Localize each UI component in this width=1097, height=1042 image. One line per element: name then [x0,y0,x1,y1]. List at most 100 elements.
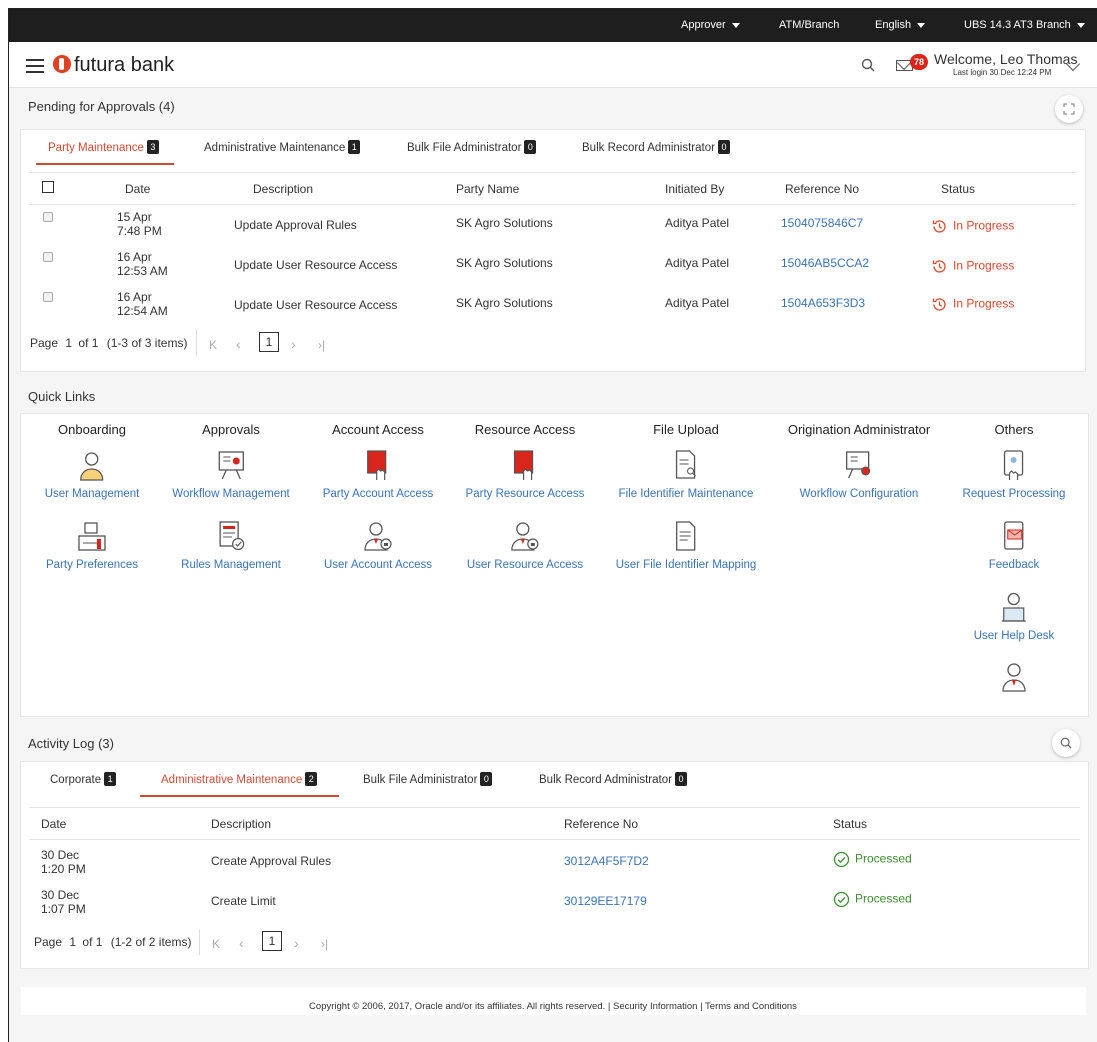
row-checkbox[interactable] [43,212,53,222]
column-header-date[interactable]: Date [125,182,150,196]
last-page-icon[interactable]: ›| [321,937,328,951]
hand-touch-icon [514,450,534,480]
column-header-description[interactable]: Description [211,817,271,831]
column-header-date[interactable]: Date [41,817,66,831]
app-window: Approver ATM/Branch English UBS 14.3 AT3… [8,8,1097,1042]
quick-link-user-account-access[interactable]: User Account Access [324,519,432,571]
tab-corporate[interactable]: Corporate 1 [50,772,117,795]
quick-link-workflow-management[interactable]: Workflow Management [172,448,290,500]
row-description: Create Approval Rules [211,854,332,868]
row-reference-link[interactable]: 3012A4F5F7D2 [564,854,649,868]
last-page-icon[interactable]: ›| [318,338,325,352]
user-icon [1002,663,1026,692]
current-page-box[interactable]: 1 [262,931,282,951]
quick-link-user-icon[interactable] [997,660,1031,694]
row-date: 16 Apr 12:53 AM [117,250,168,278]
expand-icon[interactable] [1055,95,1083,123]
column-header-reference-no[interactable]: Reference No [785,182,859,196]
user-lock-icon [511,522,539,551]
search-icon[interactable] [1052,729,1080,757]
row-checkbox[interactable] [43,292,53,302]
quick-link-file-identifier-maintenance[interactable]: File Identifier Maintenance [619,448,753,500]
row-date: 16 Apr 12:54 AM [117,290,168,318]
next-page-icon[interactable]: › [291,336,296,352]
column-header-initiated-by[interactable]: Initiated By [665,182,724,196]
caret-down-icon [731,22,740,28]
quick-link-user-management[interactable]: User Management [45,448,139,500]
row-reference-link[interactable]: 30129EE17179 [564,894,647,908]
quick-link-feedback[interactable]: Feedback [989,519,1039,571]
quick-link-user-resource-access[interactable]: User Resource Access [467,519,583,571]
column-header-description[interactable]: Description [253,182,313,196]
brand-logo[interactable]: futura bank [53,54,174,77]
check-circle-icon [833,851,850,868]
category-approvals: Approvals [202,422,260,437]
tab-bulk-file-administrator[interactable]: Bulk File Administrator 0 [363,772,493,795]
quick-link-party-preferences[interactable]: Party Preferences [46,519,138,571]
quick-link-request-processing[interactable]: Request Processing [963,448,1065,500]
menu-icon[interactable] [26,59,44,73]
column-header-status[interactable]: Status [833,817,867,831]
role-dropdown[interactable]: Approver [681,19,740,31]
pager-page-label: Page [30,336,59,350]
tab-count-badge: 0 [717,140,730,154]
next-page-icon[interactable]: › [294,935,299,951]
footer-text[interactable]: Copyright © 2006, 2017, Oracle and/or it… [9,1001,1097,1012]
quick-link-party-account-access[interactable]: Party Account Access [323,448,433,500]
branch-label: UBS 14.3 AT3 Branch [964,19,1071,31]
language-dropdown[interactable]: English [875,19,926,31]
language-label: English [875,19,912,31]
quick-link-user-help-desk[interactable]: User Help Desk [974,590,1054,642]
divider [196,330,197,356]
prev-page-icon[interactable]: ‹ [239,935,244,951]
tab-administrative-maintenance[interactable]: Administrative Maintenance 2 [140,772,340,797]
row-reference-link[interactable]: 15046AB5CCA2 [781,256,869,270]
row-status: Processed [833,891,912,908]
quick-link-user-file-identifier-mapping[interactable]: User File Identifier Mapping [616,519,756,571]
divider [199,929,200,955]
quick-link-party-resource-access[interactable]: Party Resource Access [466,448,584,500]
tab-bulk-record-administrator[interactable]: Bulk Record Administrator 0 [539,772,687,795]
row-status: In Progress [931,296,1014,313]
pager-page-number[interactable]: 1 [65,336,72,350]
prev-page-icon[interactable]: ‹ [236,336,241,352]
activity-tabs: Corporate 1 Administrative Maintenance 2 B… [21,762,1088,797]
row-initiated-by: Aditya Patel [665,296,730,310]
row-checkbox[interactable] [43,252,53,262]
row-description: Update Approval Rules [234,218,357,232]
check-circle-icon [833,891,850,908]
row-party-name: SK Agro Solutions [456,296,553,310]
pager-page-number[interactable]: 1 [69,935,76,949]
last-login-text: Last login 30 Dec 12:24 PM [953,68,1052,77]
column-header-party-name[interactable]: Party Name [456,182,519,196]
device-touch-icon [1004,450,1024,480]
row-party-name: SK Agro Solutions [456,216,553,230]
quick-link-workflow-configuration[interactable]: Workflow Configuration [800,448,918,500]
atm-branch-link[interactable]: ATM/Branch [779,19,839,31]
branch-dropdown[interactable]: UBS 14.3 AT3 Branch [964,19,1085,31]
column-header-status[interactable]: Status [941,182,975,196]
feedback-device-icon [1004,521,1024,550]
tab-bulk-record-administrator[interactable]: Bulk Record Administrator 0 [582,140,730,163]
current-page-box[interactable]: 1 [259,332,279,352]
category-account-access: Account Access [332,422,424,437]
quick-link-rules-management[interactable]: Rules Management [181,519,281,571]
first-page-icon[interactable]: K [212,937,220,951]
select-all-checkbox[interactable] [42,181,54,193]
divider [29,807,1080,808]
tab-bulk-file-administrator[interactable]: Bulk File Administrator 0 [407,140,537,163]
history-icon [932,220,946,233]
column-header-reference-no[interactable]: Reference No [564,817,638,831]
welcome-text[interactable]: Welcome, Leo Thomas [934,51,1077,67]
history-icon [932,260,946,273]
presentation-gear-icon [846,451,871,479]
divider [29,839,1080,840]
tab-party-maintenance[interactable]: Party Maintenance 3 [36,140,174,165]
presentation-board-icon [218,451,244,480]
row-reference-link[interactable]: 1504A653F3D3 [781,296,865,310]
tab-administrative-maintenance[interactable]: Administrative Maintenance 1 [204,140,361,163]
first-page-icon[interactable]: K [209,338,217,352]
divider [29,172,1077,173]
row-reference-link[interactable]: 1504075846C7 [781,216,863,230]
search-icon[interactable] [861,58,875,72]
